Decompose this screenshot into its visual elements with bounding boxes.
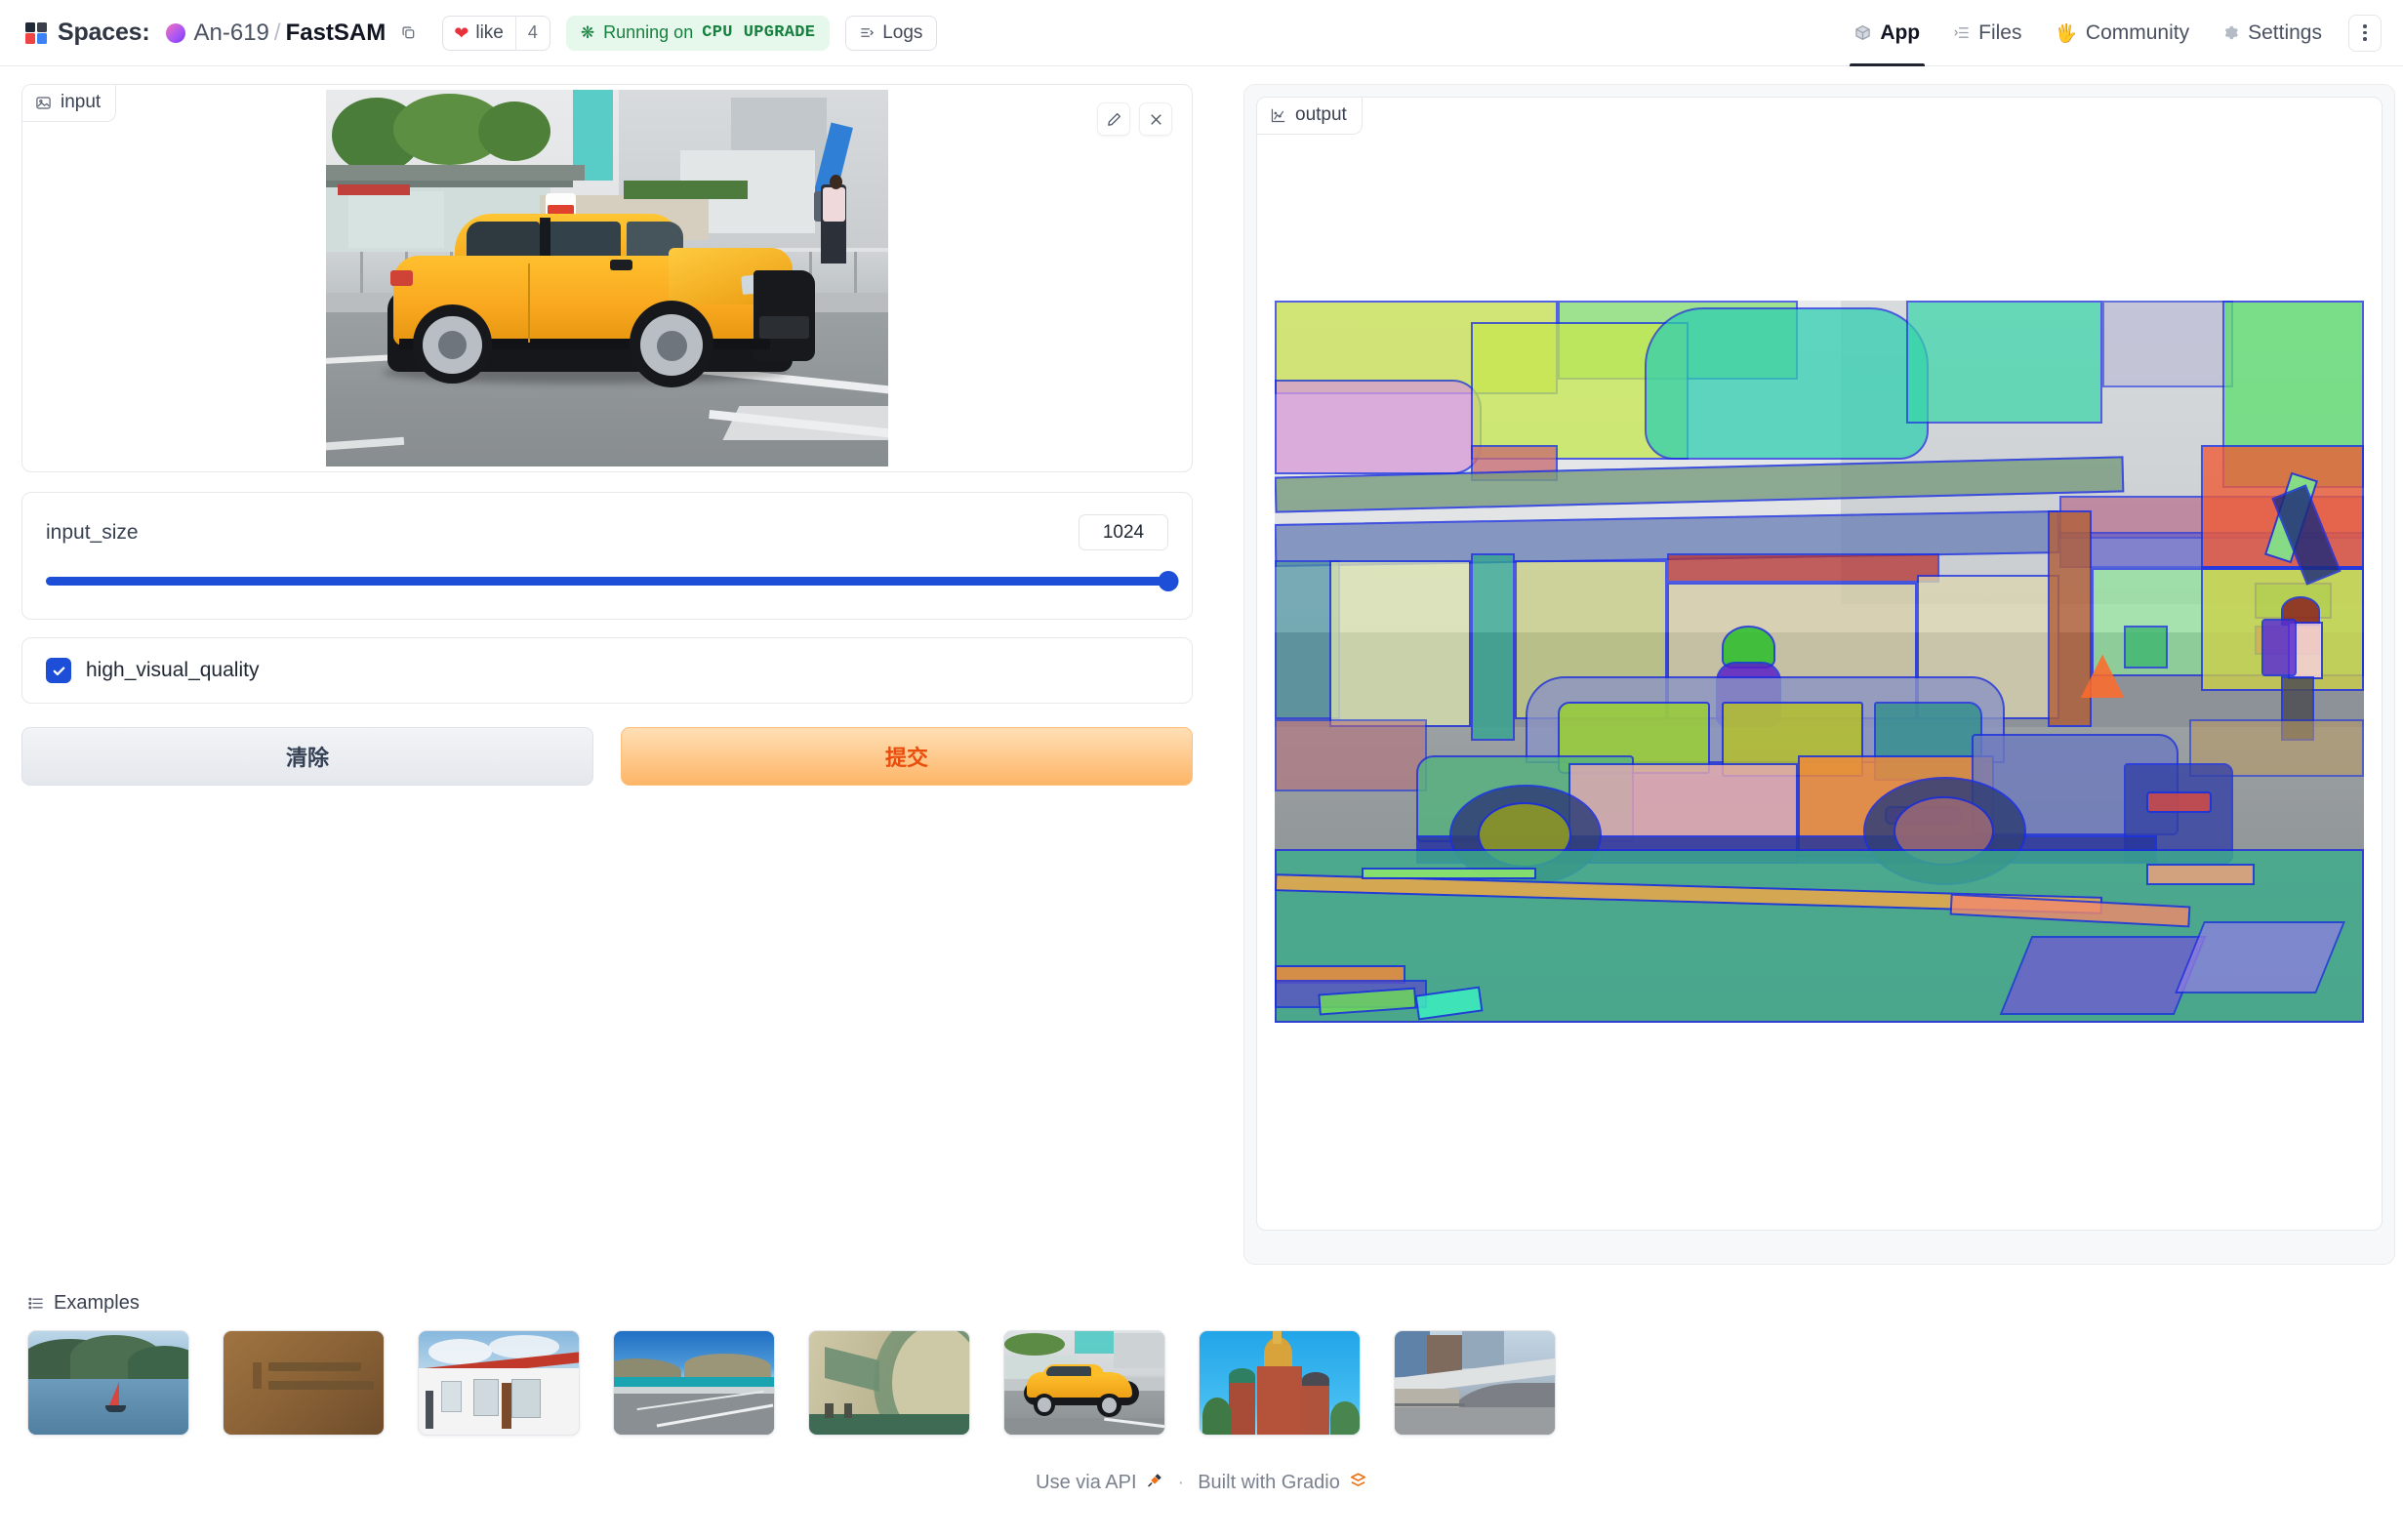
like-count: 4 [514, 16, 550, 50]
path-separator: / [273, 19, 281, 46]
repo-name[interactable]: FastSAM [286, 20, 387, 47]
example-yellow-taxi[interactable] [1003, 1330, 1165, 1436]
page-footer: Use via API · Built with Gradio [21, 1471, 2382, 1495]
site-header: Spaces: An-619 / FastSAM ❤ like 4 ❋ Runn… [0, 0, 2403, 66]
tab-files-label: Files [1978, 20, 2022, 44]
wave-hand-icon: 🖐 [2055, 22, 2077, 43]
input-size-slider-block: input_size 1024 [21, 492, 1193, 620]
tab-community[interactable]: 🖐 Community [2038, 0, 2206, 66]
input-label-text: input [61, 92, 102, 112]
status-badge: ❋ Running on CPU UPGRADE [565, 15, 831, 51]
copy-icon[interactable] [395, 20, 421, 46]
example-city-bridge[interactable] [1394, 1330, 1556, 1436]
cube-icon [1854, 24, 1871, 41]
action-buttons: 清除 提交 [21, 727, 1193, 786]
slider-track[interactable] [46, 571, 1179, 591]
example-sailboat-on-lake[interactable] [27, 1330, 189, 1436]
submit-button[interactable]: 提交 [621, 727, 1193, 786]
built-with-gradio-link[interactable]: Built with Gradio [1198, 1471, 1367, 1495]
tab-app[interactable]: App [1838, 0, 1936, 66]
runtime-upgrade-link[interactable]: UPGRADE [744, 23, 816, 42]
gear-icon [2222, 24, 2239, 41]
output-block-label: output [1257, 98, 1363, 135]
example-slavery-abolition-act-plaque[interactable] [223, 1330, 385, 1436]
pencil-icon[interactable] [1097, 102, 1130, 136]
tab-settings-label: Settings [2248, 20, 2322, 44]
output-image-block[interactable]: output [1256, 97, 2383, 1231]
example-coastal-highway[interactable] [613, 1330, 775, 1436]
examples-heading: Examples [21, 1292, 2382, 1315]
footer-separator: · [1177, 1472, 1185, 1493]
example-white-building-red-roof[interactable] [418, 1330, 580, 1436]
logs-button[interactable]: Logs [845, 15, 938, 51]
kebab-menu-icon[interactable] [2348, 14, 2382, 52]
slider-fill [46, 577, 1168, 586]
high-visual-quality-checkbox[interactable] [46, 658, 71, 683]
files-icon [1953, 24, 1970, 41]
input-image-block[interactable]: input [21, 84, 1193, 472]
taxi-street-photo [326, 90, 888, 466]
like-label: like [475, 21, 504, 43]
example-northumberland-tunnel[interactable] [808, 1330, 970, 1436]
logs-label: Logs [882, 21, 923, 43]
spaces-label[interactable]: Spaces: [58, 19, 150, 47]
output-panel-wrapper: output [1243, 84, 2395, 1265]
high-visual-quality-label: high_visual_quality [86, 659, 260, 681]
examples-heading-text: Examples [54, 1292, 140, 1314]
plug-icon [1146, 1471, 1164, 1495]
main-nav: App Files 🖐 Community Settings [1838, 0, 2382, 66]
clover-icon: ❋ [580, 22, 595, 42]
columns: input input_size 1024 high_visual_qualit… [21, 84, 2395, 1265]
use-via-api-label: Use via API [1036, 1472, 1137, 1493]
input-toolbar [1097, 102, 1172, 136]
right-column: output [1243, 84, 2395, 1265]
runtime-hardware: CPU [702, 23, 733, 42]
clear-button[interactable]: 清除 [21, 727, 593, 786]
slider-header: input_size 1024 [46, 514, 1168, 550]
example-saint-basils-cathedral[interactable] [1199, 1330, 1361, 1436]
left-column: input input_size 1024 high_visual_qualit… [21, 84, 1193, 786]
slider-value-input[interactable]: 1024 [1079, 514, 1168, 550]
gradio-logo-icon [1349, 1471, 1367, 1495]
like-button-inner[interactable]: ❤ like [443, 17, 515, 50]
app-body: input input_size 1024 high_visual_qualit… [0, 66, 2403, 1540]
segmentation-overlay-photo [1275, 301, 2364, 1023]
tab-settings[interactable]: Settings [2206, 0, 2339, 66]
heart-icon: ❤ [454, 22, 469, 43]
slider-thumb[interactable] [1158, 571, 1179, 591]
output-image[interactable] [1275, 301, 2364, 1023]
examples-row [21, 1330, 2382, 1436]
tab-files[interactable]: Files [1936, 0, 2038, 66]
high-visual-quality-block[interactable]: high_visual_quality [21, 637, 1193, 704]
use-via-api-link[interactable]: Use via API [1036, 1471, 1163, 1495]
runtime-prefix: Running on [603, 22, 694, 42]
built-with-gradio-label: Built with Gradio [1198, 1472, 1340, 1493]
huggingface-logo-icon[interactable] [25, 21, 47, 44]
input-image[interactable] [22, 85, 1192, 471]
close-icon[interactable] [1139, 102, 1172, 136]
output-label-text: output [1295, 104, 1347, 125]
slider-label: input_size [46, 520, 139, 544]
tab-community-label: Community [2085, 20, 2190, 44]
input-block-label: input [22, 85, 117, 122]
avatar [165, 22, 185, 43]
tab-app-label: App [1880, 20, 1921, 44]
owner-name[interactable]: An-619 [194, 20, 269, 47]
like-button[interactable]: ❤ like 4 [442, 15, 550, 51]
